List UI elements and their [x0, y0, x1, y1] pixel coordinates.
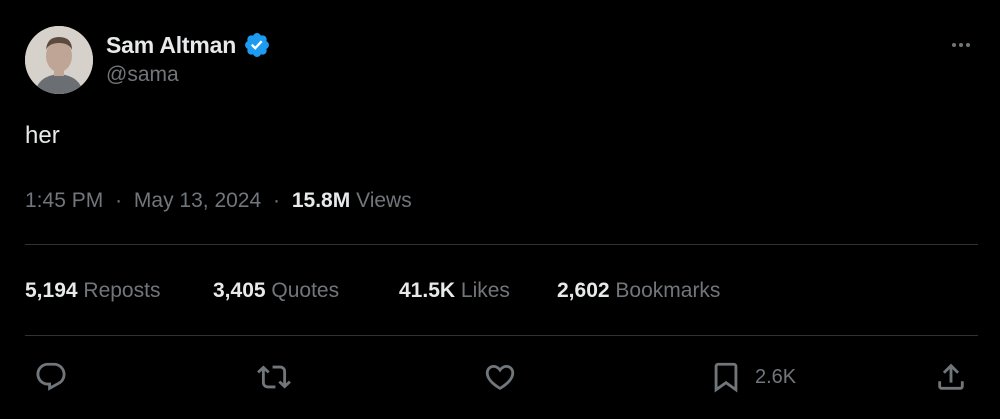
tweet-card: Sam Altman @sama her 1:45 PM · May 13, 2…: [0, 0, 1000, 419]
likes-count: 41.5K: [399, 279, 456, 302]
bookmark-button[interactable]: 2.6K: [709, 360, 796, 394]
reply-button[interactable]: [34, 360, 68, 394]
reposts-label: Reposts: [83, 279, 161, 302]
more-options-button[interactable]: [944, 30, 978, 60]
heart-icon: [485, 364, 515, 390]
meta-separator: ·: [273, 189, 281, 212]
likes-label: Likes: [460, 279, 510, 302]
tweet-time[interactable]: 1:45 PM: [25, 189, 103, 212]
quotes-count: 3,405: [213, 279, 266, 302]
author-display-name[interactable]: Sam Altman: [106, 32, 236, 59]
tweet-date[interactable]: May 13, 2024: [134, 189, 261, 212]
author-handle[interactable]: @sama: [106, 63, 179, 87]
divider: [25, 335, 978, 336]
like-button[interactable]: [483, 360, 517, 394]
reposts-stat[interactable]: 5,194 Reposts: [25, 279, 160, 303]
bookmarks-label: Bookmarks: [615, 279, 721, 302]
tweet-text: her: [25, 122, 60, 149]
reply-icon: [36, 362, 66, 391]
repost-icon: [257, 365, 291, 389]
bookmark-icon: [714, 362, 738, 393]
reposts-count: 5,194: [25, 279, 78, 302]
divider: [25, 244, 978, 245]
author-name-row: Sam Altman: [106, 30, 271, 60]
share-button[interactable]: [934, 360, 968, 394]
bookmarks-stat[interactable]: 2,602 Bookmarks: [557, 279, 720, 303]
share-icon: [938, 363, 964, 390]
bookmark-action-count: 2.6K: [755, 365, 797, 388]
quotes-stat[interactable]: 3,405 Quotes: [213, 279, 339, 303]
meta-separator: ·: [115, 189, 123, 212]
repost-button[interactable]: [257, 360, 291, 394]
bookmarks-count: 2,602: [557, 279, 610, 302]
more-horizontal-icon: [952, 43, 970, 47]
likes-stat[interactable]: 41.5K Likes: [399, 279, 510, 303]
quotes-label: Quotes: [271, 279, 340, 302]
avatar-image: [25, 26, 93, 94]
views-label: Views: [356, 189, 412, 212]
verified-badge-icon[interactable]: [243, 31, 271, 59]
avatar[interactable]: [25, 26, 93, 94]
tweet-meta: 1:45 PM · May 13, 2024 · 15.8M Views: [25, 189, 412, 213]
views-count: 15.8M: [291, 189, 351, 212]
